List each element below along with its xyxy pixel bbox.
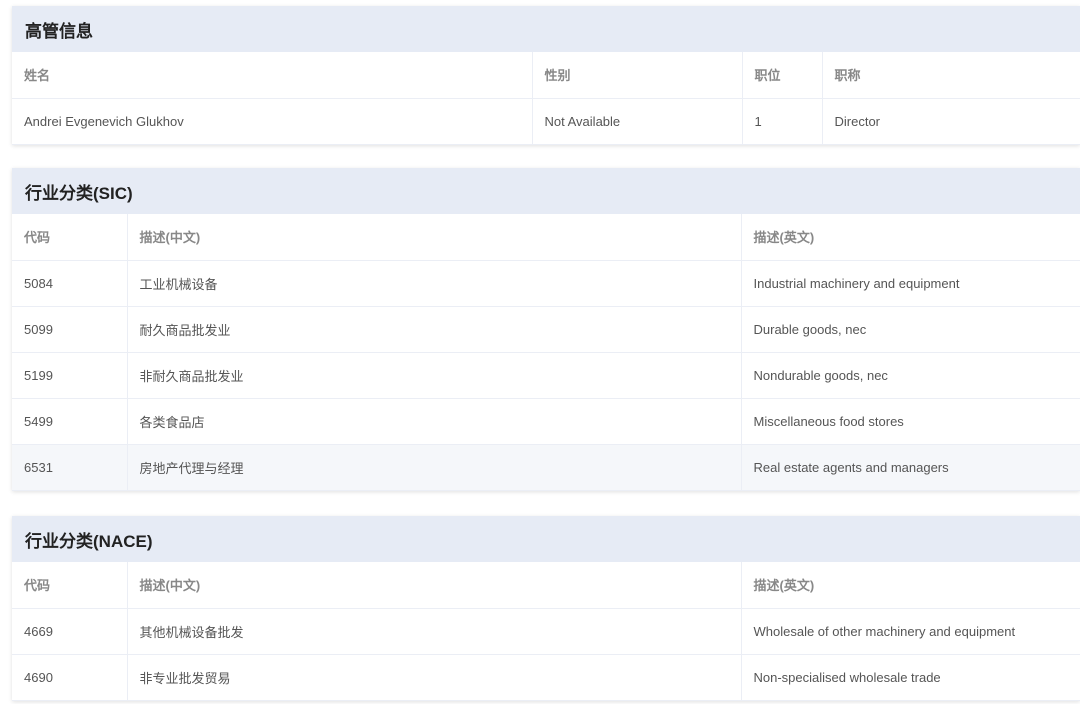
cell-desc-en: Nondurable goods, nec xyxy=(740,352,1080,399)
column-header-title[interactable]: 职称 xyxy=(821,52,1080,99)
cell-desc-cn: 其他机械设备批发 xyxy=(126,608,741,655)
table-header-row: 代码 描述(中文) 描述(英文) xyxy=(12,562,1080,609)
cell-position: 1 xyxy=(741,98,822,145)
column-header-gender[interactable]: 性别 xyxy=(531,52,742,99)
nace-card: 行业分类(NACE) 代码 描述(中文) 描述(英文) 4669 其他机械设备批… xyxy=(12,516,1080,701)
cell-name: Andrei Evgenevich Glukhov xyxy=(12,98,532,145)
table-row[interactable]: 4690 非专业批发贸易 Non-specialised wholesale t… xyxy=(12,654,1080,701)
column-header-desc-en[interactable]: 描述(英文) xyxy=(740,562,1080,609)
sic-title: 行业分类(SIC) xyxy=(12,168,1080,214)
nace-title: 行业分类(NACE) xyxy=(12,516,1080,562)
table-row[interactable]: 4669 其他机械设备批发 Wholesale of other machine… xyxy=(12,608,1080,655)
cell-desc-cn: 耐久商品批发业 xyxy=(126,306,741,353)
cell-desc-en: Industrial machinery and equipment xyxy=(740,260,1080,307)
cell-desc-cn: 非耐久商品批发业 xyxy=(126,352,741,399)
executives-table: 姓名 性别 职位 职称 Andrei Evgenevich Glukhov No… xyxy=(12,52,1080,145)
executives-card: 高管信息 姓名 性别 职位 职称 Andrei Evgenevich Glukh… xyxy=(12,6,1080,145)
page: 高管信息 姓名 性别 职位 职称 Andrei Evgenevich Glukh… xyxy=(0,0,1080,704)
table-row[interactable]: 5499 各类食品店 Miscellaneous food stores xyxy=(12,398,1080,445)
cell-code: 6531 xyxy=(12,444,127,491)
cell-desc-cn: 房地产代理与经理 xyxy=(126,444,741,491)
table-header-row: 姓名 性别 职位 职称 xyxy=(12,52,1080,99)
cell-title: Director xyxy=(821,98,1080,145)
sic-card: 行业分类(SIC) 代码 描述(中文) 描述(英文) 5084 工业机械设备 I… xyxy=(12,168,1080,491)
table-row[interactable]: 5199 非耐久商品批发业 Nondurable goods, nec xyxy=(12,352,1080,399)
sic-table: 代码 描述(中文) 描述(英文) 5084 工业机械设备 Industrial … xyxy=(12,214,1080,491)
cell-desc-en: Wholesale of other machinery and equipme… xyxy=(740,608,1080,655)
cell-code: 4669 xyxy=(12,608,127,655)
cell-desc-cn: 非专业批发贸易 xyxy=(126,654,741,701)
column-header-desc-cn[interactable]: 描述(中文) xyxy=(126,562,741,609)
column-header-position[interactable]: 职位 xyxy=(741,52,822,99)
nace-table: 代码 描述(中文) 描述(英文) 4669 其他机械设备批发 Wholesale… xyxy=(12,562,1080,701)
column-header-code[interactable]: 代码 xyxy=(12,562,127,609)
table-header-row: 代码 描述(中文) 描述(英文) xyxy=(12,214,1080,261)
table-row[interactable]: 6531 房地产代理与经理 Real estate agents and man… xyxy=(12,444,1080,491)
cell-code: 5084 xyxy=(12,260,127,307)
executives-title: 高管信息 xyxy=(12,6,1080,52)
cell-desc-en: Non-specialised wholesale trade xyxy=(740,654,1080,701)
cell-desc-en: Real estate agents and managers xyxy=(740,444,1080,491)
cell-gender: Not Available xyxy=(531,98,742,145)
column-header-code[interactable]: 代码 xyxy=(12,214,127,261)
cell-code: 5199 xyxy=(12,352,127,399)
cell-code: 5099 xyxy=(12,306,127,353)
column-header-desc-en[interactable]: 描述(英文) xyxy=(740,214,1080,261)
column-header-desc-cn[interactable]: 描述(中文) xyxy=(126,214,741,261)
cell-code: 5499 xyxy=(12,398,127,445)
table-row[interactable]: Andrei Evgenevich Glukhov Not Available … xyxy=(12,98,1080,145)
column-header-name[interactable]: 姓名 xyxy=(12,52,532,99)
cell-code: 4690 xyxy=(12,654,127,701)
cell-desc-en: Miscellaneous food stores xyxy=(740,398,1080,445)
table-row[interactable]: 5099 耐久商品批发业 Durable goods, nec xyxy=(12,306,1080,353)
table-row[interactable]: 5084 工业机械设备 Industrial machinery and equ… xyxy=(12,260,1080,307)
cell-desc-en: Durable goods, nec xyxy=(740,306,1080,353)
cell-desc-cn: 工业机械设备 xyxy=(126,260,741,307)
cell-desc-cn: 各类食品店 xyxy=(126,398,741,445)
